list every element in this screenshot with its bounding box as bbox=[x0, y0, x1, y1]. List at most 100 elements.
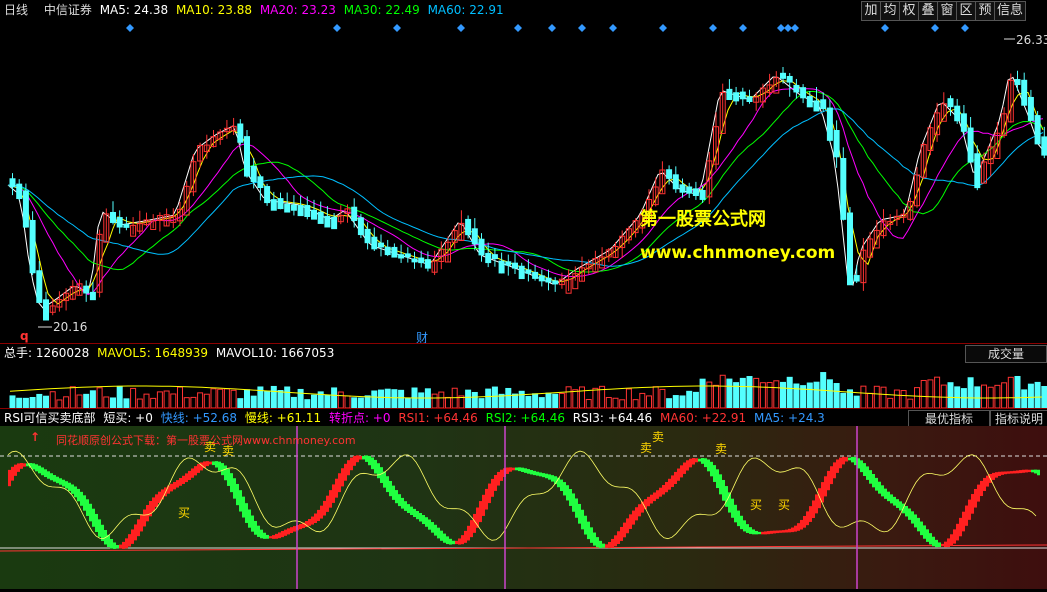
volume-bar bbox=[290, 396, 297, 408]
signal-diamond bbox=[457, 24, 465, 32]
rsi-band bbox=[602, 543, 605, 548]
rsi1-value: RSI1: +64.46 bbox=[398, 411, 478, 425]
rights-button[interactable]: 权 bbox=[899, 1, 919, 21]
rsi-band bbox=[287, 528, 290, 535]
rsi-band bbox=[626, 518, 629, 534]
volume-bar bbox=[9, 395, 16, 408]
candle-body bbox=[833, 130, 840, 158]
rsi-band bbox=[56, 476, 59, 484]
volume-bar bbox=[632, 399, 639, 408]
rsi-band bbox=[740, 515, 743, 530]
slow-line-value: 慢线: +61.11 bbox=[244, 411, 322, 425]
candle-body bbox=[351, 206, 358, 221]
volume-bar bbox=[806, 382, 813, 408]
signal-diamond bbox=[709, 24, 717, 32]
forecast-button[interactable]: 预 bbox=[975, 1, 995, 21]
rsi-band bbox=[764, 531, 767, 535]
volume-bar bbox=[612, 397, 619, 408]
rsi-band bbox=[479, 501, 482, 523]
candle-body bbox=[947, 98, 954, 108]
rsi-band bbox=[962, 511, 965, 532]
volume-bar bbox=[766, 382, 773, 408]
rsi-band bbox=[749, 527, 752, 534]
candle-body bbox=[110, 211, 116, 223]
rsi-band bbox=[239, 490, 242, 512]
candlestick-chart[interactable] bbox=[0, 20, 1047, 342]
rsi-band bbox=[206, 461, 209, 467]
candle-body bbox=[1041, 136, 1047, 156]
window-button[interactable]: 窗 bbox=[937, 1, 957, 21]
signal-diamond bbox=[931, 24, 939, 32]
rsi-band bbox=[485, 488, 488, 510]
rsi-band bbox=[734, 504, 737, 523]
rsi-band bbox=[995, 472, 998, 478]
volume-bar bbox=[940, 384, 947, 408]
rsi-band bbox=[665, 481, 668, 493]
rsi-band bbox=[515, 467, 518, 471]
add-button[interactable]: 加 bbox=[861, 1, 881, 21]
rsi-band bbox=[323, 500, 326, 516]
overlay-button[interactable]: 叠 bbox=[918, 1, 938, 21]
rsi-band bbox=[773, 530, 776, 534]
average-button[interactable]: 均 bbox=[880, 1, 900, 21]
volume-bar bbox=[351, 397, 358, 408]
rsi-band bbox=[1028, 469, 1031, 473]
rsi-band bbox=[440, 530, 443, 541]
candle-body bbox=[371, 236, 378, 250]
rsi-band bbox=[335, 478, 338, 498]
candle-body bbox=[800, 87, 807, 99]
rsi-band bbox=[914, 514, 917, 528]
rsi-band bbox=[611, 538, 614, 548]
range-button[interactable]: 区 bbox=[956, 1, 976, 21]
indicator-name[interactable]: RSI可信买卖底部 bbox=[4, 411, 96, 425]
candle-body bbox=[960, 113, 967, 132]
candle-body bbox=[290, 204, 297, 211]
rsi-band bbox=[1013, 470, 1016, 474]
rsi-band bbox=[188, 470, 191, 481]
candle-body bbox=[786, 75, 793, 83]
rsi-band bbox=[842, 456, 845, 465]
candle-body bbox=[36, 270, 43, 303]
volume-bar bbox=[465, 389, 472, 408]
rsi-band bbox=[686, 460, 689, 471]
candle-body bbox=[726, 88, 733, 101]
volume-bar bbox=[867, 392, 874, 408]
mavol5-label: MAVOL5: 1648939 bbox=[97, 346, 208, 360]
volume-bar bbox=[264, 390, 271, 408]
volume-bar bbox=[927, 379, 934, 408]
rsi-band bbox=[377, 463, 380, 479]
volume-bar bbox=[49, 391, 56, 408]
candle-body bbox=[29, 219, 36, 274]
rsi-band bbox=[905, 505, 908, 517]
rsi-band bbox=[1025, 469, 1028, 473]
rsi-band bbox=[839, 457, 842, 469]
rsi-band bbox=[494, 475, 497, 491]
volume-bar bbox=[873, 385, 880, 408]
volume-chart bbox=[9, 372, 1047, 408]
volume-bar bbox=[726, 378, 733, 408]
rsi-band bbox=[629, 514, 632, 529]
volume-bar bbox=[565, 386, 572, 408]
rsi-band bbox=[617, 531, 620, 544]
rsi-band bbox=[572, 493, 575, 512]
period-label[interactable]: 日线 bbox=[4, 3, 28, 17]
rsi-band bbox=[332, 484, 335, 503]
rsi-band bbox=[986, 475, 989, 487]
rsi-band bbox=[452, 540, 455, 545]
volume-bar bbox=[525, 395, 532, 408]
high-price-label: 26.33 bbox=[1016, 33, 1047, 47]
rsi-band bbox=[434, 524, 437, 536]
candle-body bbox=[686, 186, 693, 194]
rsi-band bbox=[776, 530, 779, 534]
rsi-band bbox=[959, 517, 962, 537]
volume-bar bbox=[163, 390, 170, 408]
volume-bar bbox=[572, 389, 579, 408]
rsi-band bbox=[1034, 469, 1037, 474]
info-button[interactable]: 信息 bbox=[994, 1, 1026, 21]
rsi-band bbox=[833, 462, 836, 479]
candle-body bbox=[297, 204, 304, 217]
rsi-band bbox=[722, 479, 725, 501]
volume-tab[interactable]: 成交量 bbox=[965, 345, 1047, 363]
ma10-label: MA10: 23.88 bbox=[175, 3, 252, 17]
volume-bar bbox=[76, 394, 83, 408]
